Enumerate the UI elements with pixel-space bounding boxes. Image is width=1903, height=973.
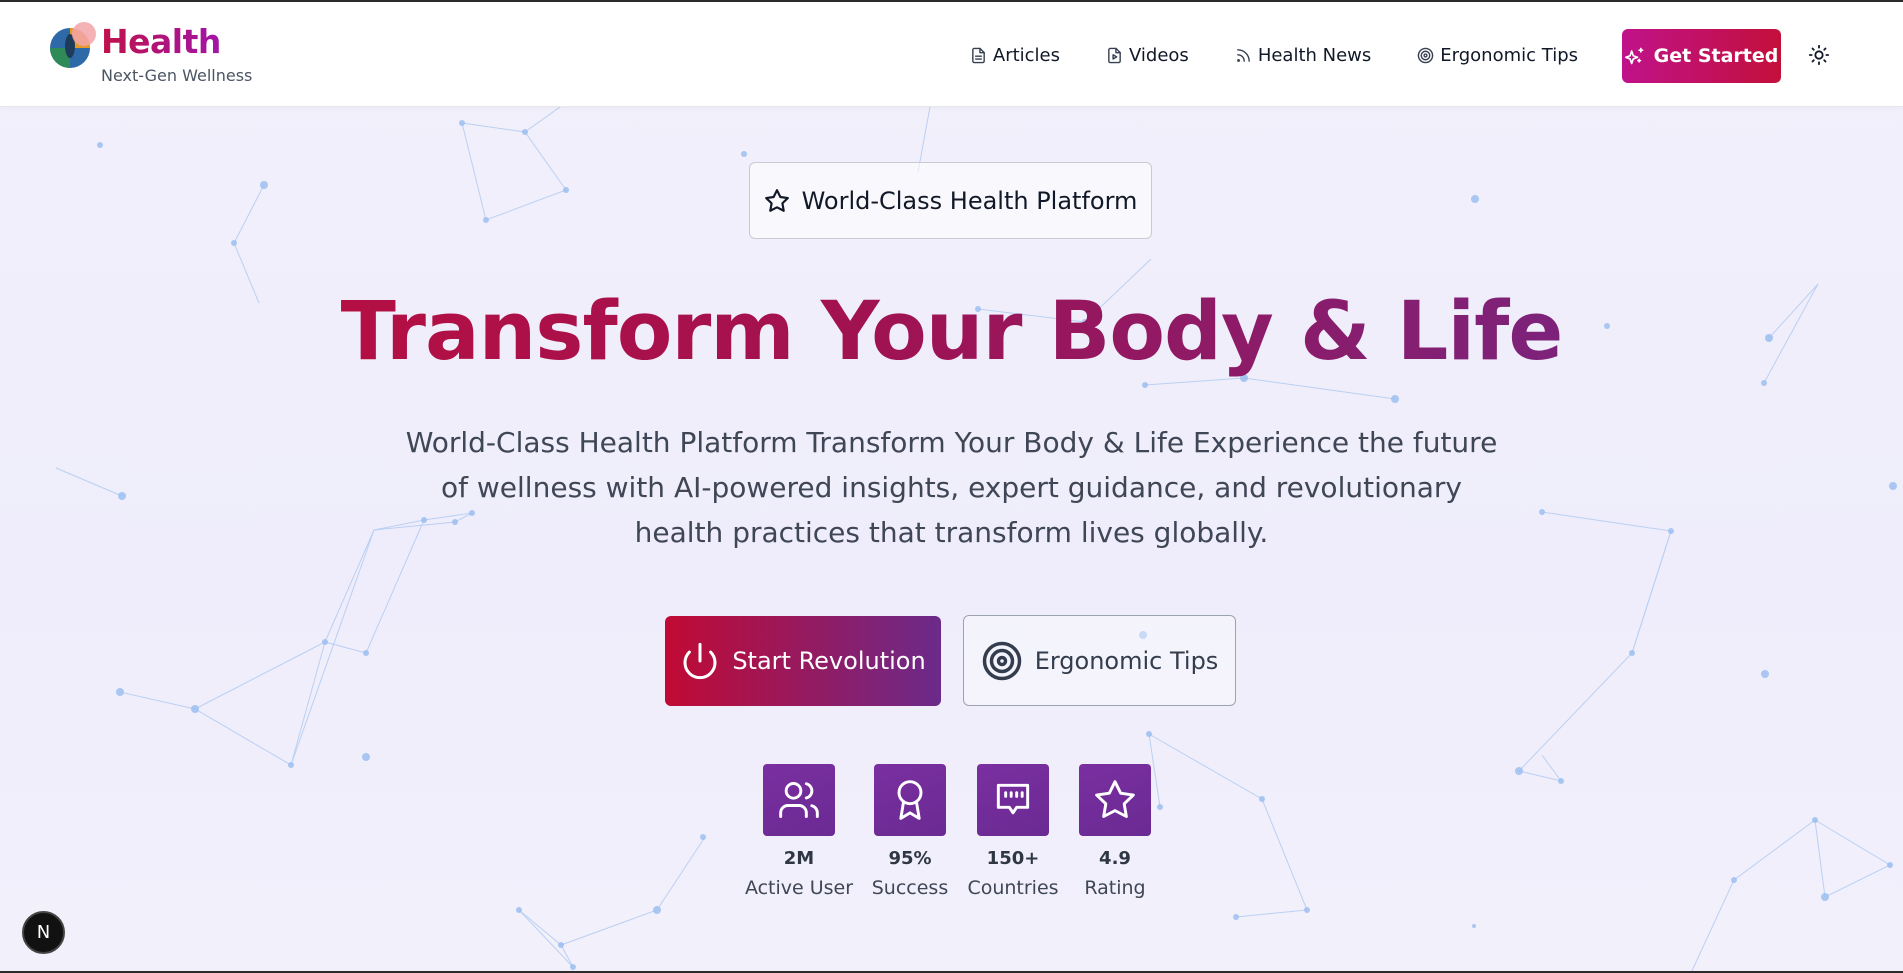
theme-toggle-button[interactable]: [1808, 44, 1830, 66]
stat-success: 95% Success: [850, 764, 970, 899]
brand-logo-icon[interactable]: [48, 22, 96, 70]
top-navbar: Health Next-Gen Wellness Articles Videos…: [0, 2, 1903, 107]
target-icon: [982, 641, 1021, 680]
stat-rating: 4.9 Rating: [1055, 764, 1175, 899]
main-nav: Articles Videos Health News Ergonomic Ti…: [970, 40, 1578, 70]
brand-name[interactable]: Health: [101, 22, 221, 62]
ergonomic-tips-label: Ergonomic Tips: [1034, 646, 1219, 675]
file-video-icon: [1108, 47, 1121, 63]
hero-description: World-Class Health Platform Transform Yo…: [405, 426, 1498, 549]
stat-value: 2M: [783, 848, 815, 869]
stat-value: 4.9: [1099, 848, 1131, 869]
rss-icon: [1236, 48, 1250, 62]
start-revolution-label: Start Revolution: [732, 647, 926, 675]
stat-label: Active User: [744, 877, 854, 899]
brand-tagline: Next-Gen Wellness: [101, 66, 253, 85]
users-icon: [763, 764, 835, 836]
platform-badge: World-Class Health Platform: [749, 162, 1152, 239]
start-revolution-button[interactable]: Start Revolution: [665, 616, 941, 706]
get-started-button[interactable]: Get Started: [1622, 29, 1781, 83]
dev-tools-badge-label: N: [36, 922, 51, 943]
target-icon: [1417, 47, 1434, 63]
nav-item-label: Health News: [1257, 44, 1372, 66]
nav-item-articles[interactable]: Articles: [970, 45, 1060, 66]
nav-item-health-news[interactable]: Health News: [1235, 45, 1371, 66]
page: Health Next-Gen Wellness Articles Videos…: [0, 0, 1903, 973]
sun-icon: [1808, 44, 1830, 66]
star-outline-icon: [764, 188, 789, 212]
stat-value: 95%: [888, 848, 932, 869]
nav-item-videos[interactable]: Videos: [1106, 45, 1189, 66]
stats-row: 2M Active User 95% Success 150+ Countrie…: [0, 764, 1903, 904]
file-text-icon: [972, 47, 985, 63]
stat-label: Rating: [1084, 877, 1146, 899]
power-icon: [683, 642, 717, 680]
dev-tools-badge[interactable]: N: [22, 911, 65, 954]
nav-item-ergonomic-tips[interactable]: Ergonomic Tips: [1417, 45, 1578, 66]
stat-active-users: 2M Active User: [739, 764, 859, 899]
award-icon: [874, 764, 946, 836]
nav-item-label: Videos: [1129, 44, 1189, 66]
get-started-label: Get Started: [1653, 45, 1779, 67]
globe-network-icon: [977, 764, 1049, 836]
nav-item-label: Ergonomic Tips: [1440, 44, 1578, 66]
stat-label: Success: [871, 877, 949, 899]
ergonomic-tips-button[interactable]: Ergonomic Tips: [963, 615, 1236, 706]
star-icon: [1079, 764, 1151, 836]
sparkles-icon: [1624, 47, 1643, 65]
hero-title: Transform Your Body & Life: [0, 282, 1903, 382]
nav-item-label: Articles: [992, 44, 1060, 66]
platform-badge-label: World-Class Health Platform: [801, 186, 1138, 215]
